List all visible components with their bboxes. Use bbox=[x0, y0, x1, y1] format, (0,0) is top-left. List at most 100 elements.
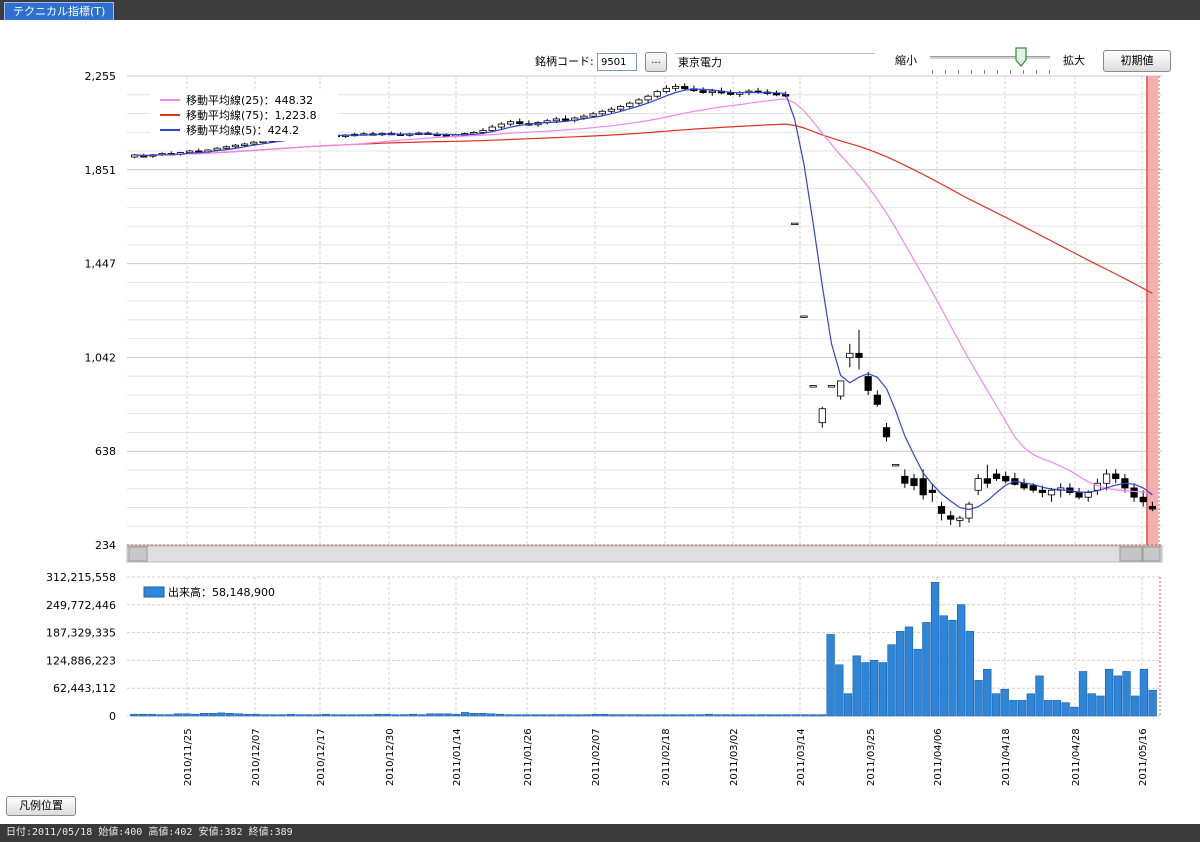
volume-bar bbox=[704, 713, 713, 717]
candle-body bbox=[681, 86, 689, 90]
volume-bar bbox=[591, 713, 600, 717]
volume-bar bbox=[347, 714, 357, 717]
volume-bar bbox=[260, 714, 270, 717]
candle-body bbox=[1020, 482, 1028, 489]
volume-bar bbox=[800, 714, 809, 717]
volume-bar bbox=[269, 714, 278, 717]
scroll-thumb[interactable] bbox=[1119, 546, 1143, 562]
price-tick-label: 1,851 bbox=[85, 164, 117, 177]
candle-body bbox=[1047, 489, 1056, 496]
volume-bar bbox=[452, 713, 461, 717]
volume-bar bbox=[530, 714, 539, 717]
stock-chart: 2,255 1,851 1,447 1,042 638 234 移動平均線(25)：448… bbox=[46, 70, 1163, 786]
candle-body bbox=[873, 394, 881, 405]
volume-bar bbox=[722, 714, 731, 717]
volume-bar bbox=[513, 714, 522, 717]
candle-body bbox=[708, 90, 716, 93]
ma25-line bbox=[134, 98, 1153, 494]
volume-bar bbox=[426, 713, 435, 717]
candle-body bbox=[947, 515, 955, 520]
candle-body bbox=[992, 473, 1001, 480]
scroll-left-button[interactable] bbox=[128, 546, 148, 562]
volume-bar bbox=[843, 693, 853, 717]
volume-bar bbox=[661, 714, 670, 717]
volume-bar bbox=[434, 713, 444, 717]
volume-bar bbox=[861, 662, 870, 717]
candle-body bbox=[506, 121, 515, 125]
volume-bar bbox=[182, 713, 191, 717]
candle-body bbox=[827, 385, 836, 388]
volume-bar bbox=[321, 713, 330, 717]
volume-bar bbox=[138, 713, 148, 717]
volume-bar bbox=[687, 714, 696, 717]
volume-bar bbox=[330, 714, 339, 717]
volume-bar bbox=[1052, 700, 1062, 717]
candle-body bbox=[653, 91, 661, 97]
volume-bar bbox=[312, 714, 322, 717]
volume-bar bbox=[1131, 695, 1140, 717]
candle-body bbox=[1084, 492, 1092, 498]
price-tick-label: 234 bbox=[95, 539, 116, 552]
price-tick-label: 1,042 bbox=[85, 351, 117, 364]
volume-tick-label: 249,772,446 bbox=[46, 599, 116, 612]
ma5-line bbox=[134, 88, 1153, 511]
volume-bar bbox=[869, 660, 879, 717]
volume-bar bbox=[1078, 671, 1088, 717]
volume-bar bbox=[852, 655, 861, 717]
candle-body bbox=[635, 99, 643, 104]
volume-bar bbox=[478, 713, 487, 717]
volume-bar bbox=[756, 714, 766, 717]
candle-body bbox=[250, 141, 258, 145]
candle-body bbox=[671, 86, 680, 89]
candle-body bbox=[837, 380, 845, 397]
volume-bar bbox=[1104, 668, 1114, 717]
candle-series bbox=[130, 83, 1157, 527]
legend-label: 移動平均線(5)：424.2 bbox=[186, 123, 299, 137]
candle-body bbox=[185, 150, 194, 153]
volume-bar bbox=[574, 714, 583, 717]
volume-bar bbox=[400, 714, 409, 717]
volume-bar bbox=[487, 713, 496, 717]
legend-label: 移動平均線(75)：1,223.8 bbox=[186, 108, 317, 122]
volume-bar bbox=[278, 714, 287, 717]
candle-body bbox=[1148, 506, 1157, 510]
volume-bar bbox=[608, 714, 618, 717]
volume-bar bbox=[243, 713, 252, 717]
volume-bar bbox=[1113, 675, 1122, 717]
volume-bar bbox=[748, 714, 757, 717]
volume-bar bbox=[835, 664, 844, 717]
candle-body bbox=[1112, 473, 1120, 480]
scroll-right-button[interactable] bbox=[1142, 546, 1161, 562]
candle-body bbox=[222, 146, 230, 149]
volume-bar bbox=[1139, 668, 1149, 717]
volume-tick-label: 187,329,335 bbox=[46, 627, 116, 640]
candle-body bbox=[644, 95, 652, 101]
date-tick-label: 2011/04/06 bbox=[933, 728, 944, 786]
volume-bar bbox=[782, 714, 792, 717]
volume-bar bbox=[774, 714, 783, 717]
volume-bar bbox=[173, 713, 183, 717]
candle-body bbox=[965, 503, 973, 519]
candle-body bbox=[974, 478, 982, 491]
ma75-line bbox=[134, 123, 1153, 294]
volume-bar bbox=[765, 714, 774, 717]
date-tick-label: 2010/12/07 bbox=[251, 728, 262, 786]
candle-body bbox=[864, 376, 872, 391]
date-tick-label: 2011/01/26 bbox=[523, 728, 534, 786]
volume-bar bbox=[983, 668, 992, 717]
volume-tick-label: 0 bbox=[109, 710, 116, 723]
volume-bar bbox=[408, 713, 418, 717]
candle-body bbox=[983, 478, 991, 484]
volume-tick-label: 124,886,223 bbox=[46, 654, 116, 667]
candle-body bbox=[662, 87, 671, 92]
candle-body bbox=[882, 427, 891, 438]
horizontal-scrollbar[interactable] bbox=[126, 545, 1163, 563]
volume-legend-label: 出来高：58,148,900 bbox=[168, 585, 275, 599]
volume-bar bbox=[1044, 700, 1053, 717]
volume-bar bbox=[286, 713, 296, 717]
candle-body bbox=[901, 475, 909, 484]
volume-bar bbox=[739, 714, 748, 717]
volume-bar bbox=[295, 714, 304, 717]
legend-position-button[interactable]: 凡例位置 bbox=[6, 796, 76, 816]
volume-bar bbox=[165, 714, 174, 717]
